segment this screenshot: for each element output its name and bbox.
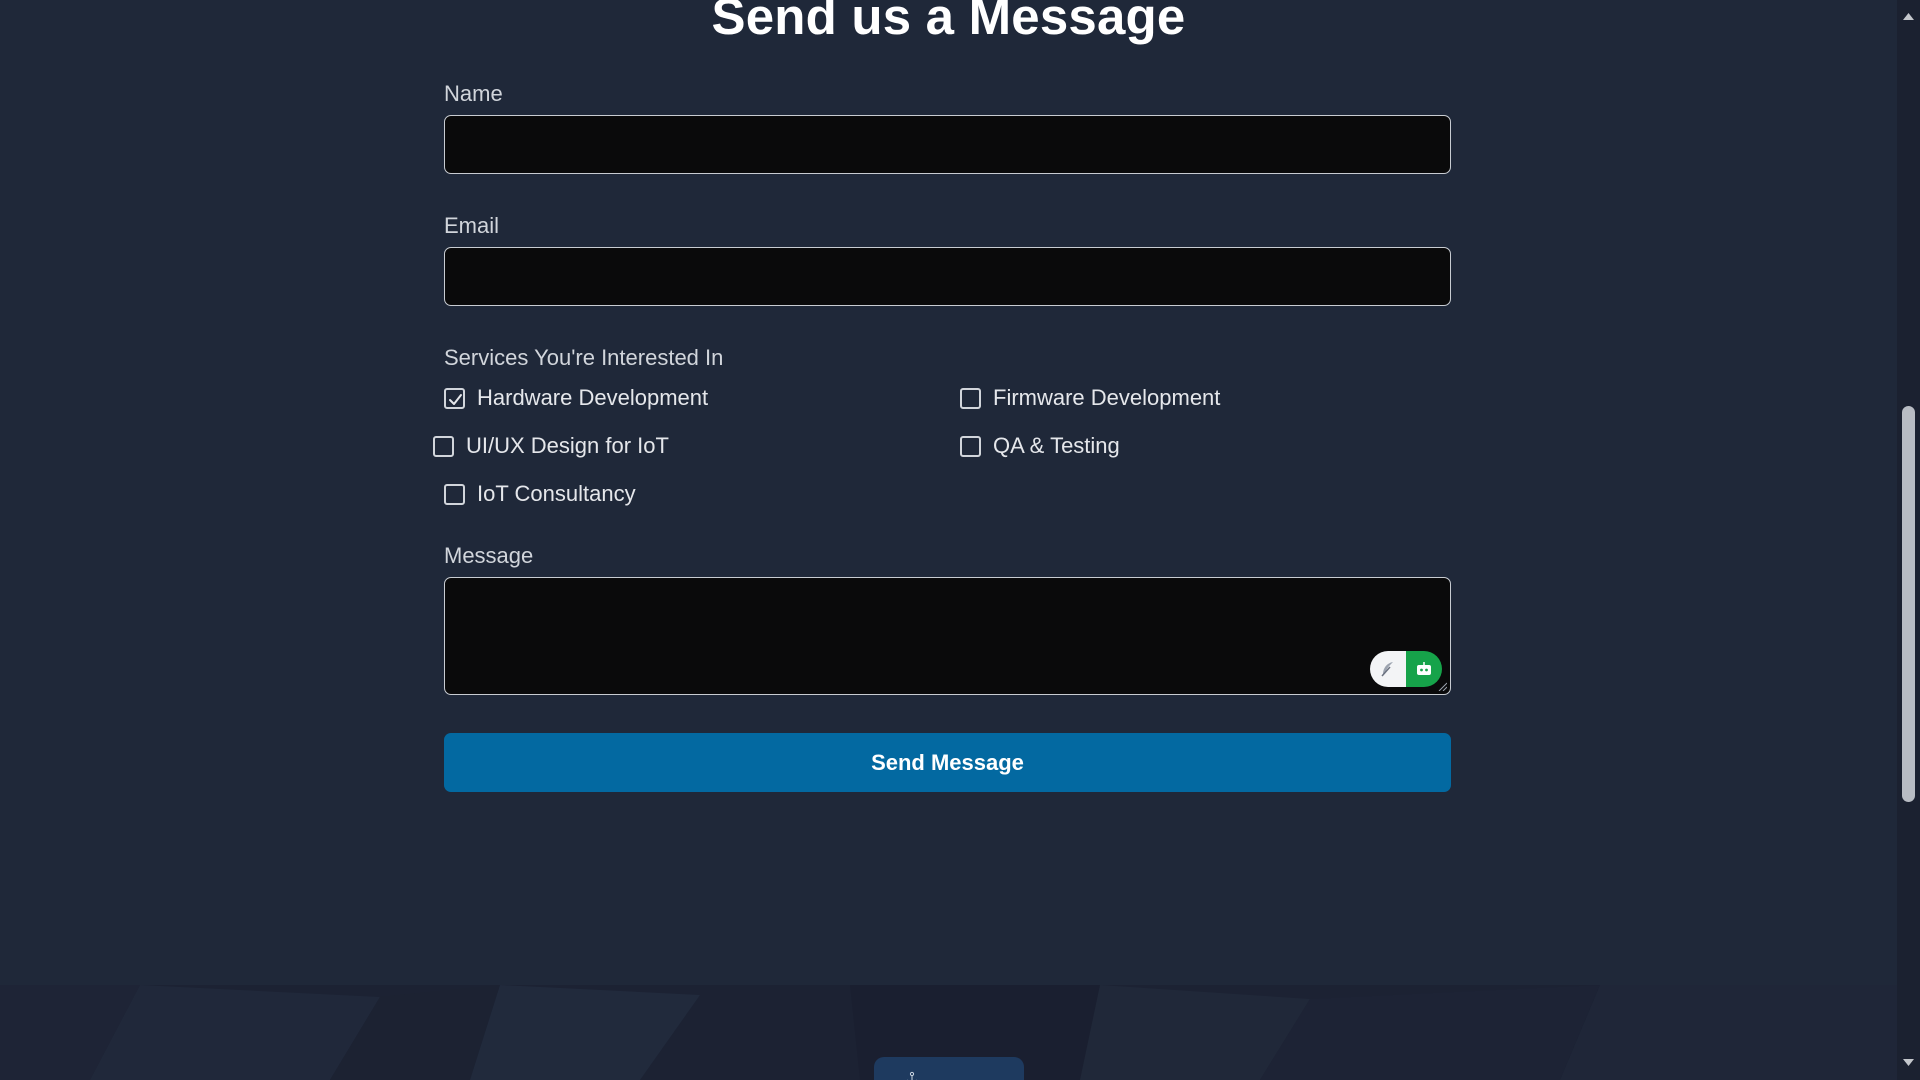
service-label: UI/UX Design for IoT xyxy=(466,433,669,458)
message-textarea[interactable] xyxy=(444,577,1451,695)
name-field[interactable] xyxy=(444,115,1451,174)
scroll-down-arrow-icon[interactable] xyxy=(1902,1056,1915,1069)
back-to-top-button[interactable] xyxy=(874,1057,1024,1080)
checkbox[interactable] xyxy=(960,435,981,457)
checkmark-icon xyxy=(449,393,462,405)
contact-page: Send us a Message Name Email Services Yo… xyxy=(0,0,1920,1080)
message-label: Message xyxy=(444,543,534,568)
page-title: Send us a Message xyxy=(711,0,1186,45)
service-option-consultancy[interactable]: IoT Consultancy xyxy=(444,481,636,507)
service-label: Hardware Development xyxy=(477,385,709,410)
send-message-button[interactable]: Send Message xyxy=(444,733,1451,792)
checkbox-checked[interactable] xyxy=(444,387,465,409)
checkbox[interactable] xyxy=(433,435,454,457)
feather-icon[interactable] xyxy=(1370,651,1406,687)
scrollbar-thumb[interactable] xyxy=(1902,406,1915,802)
checkbox[interactable] xyxy=(960,387,981,409)
services-label: Services You're Interested In xyxy=(444,345,724,370)
scroll-up-arrow-icon[interactable] xyxy=(1902,10,1915,23)
service-option-hardware[interactable]: Hardware Development xyxy=(444,385,708,411)
service-label: QA & Testing xyxy=(993,433,1120,458)
service-label: Firmware Development xyxy=(993,385,1221,410)
email-field[interactable] xyxy=(444,247,1451,306)
checkbox[interactable] xyxy=(444,483,465,505)
vertical-scrollbar[interactable] xyxy=(1897,0,1920,1080)
name-label: Name xyxy=(444,81,503,106)
footer xyxy=(0,985,1897,1080)
service-option-uiux[interactable]: UI/UX Design for IoT xyxy=(433,433,669,459)
anchor-icon xyxy=(907,1071,917,1080)
assistant-widget[interactable] xyxy=(1370,651,1442,687)
email-label: Email xyxy=(444,213,500,238)
service-option-qa[interactable]: QA & Testing xyxy=(960,433,1120,459)
resize-handle-icon[interactable] xyxy=(1437,681,1447,691)
service-label: IoT Consultancy xyxy=(477,481,636,506)
service-option-firmware[interactable]: Firmware Development xyxy=(960,385,1220,411)
